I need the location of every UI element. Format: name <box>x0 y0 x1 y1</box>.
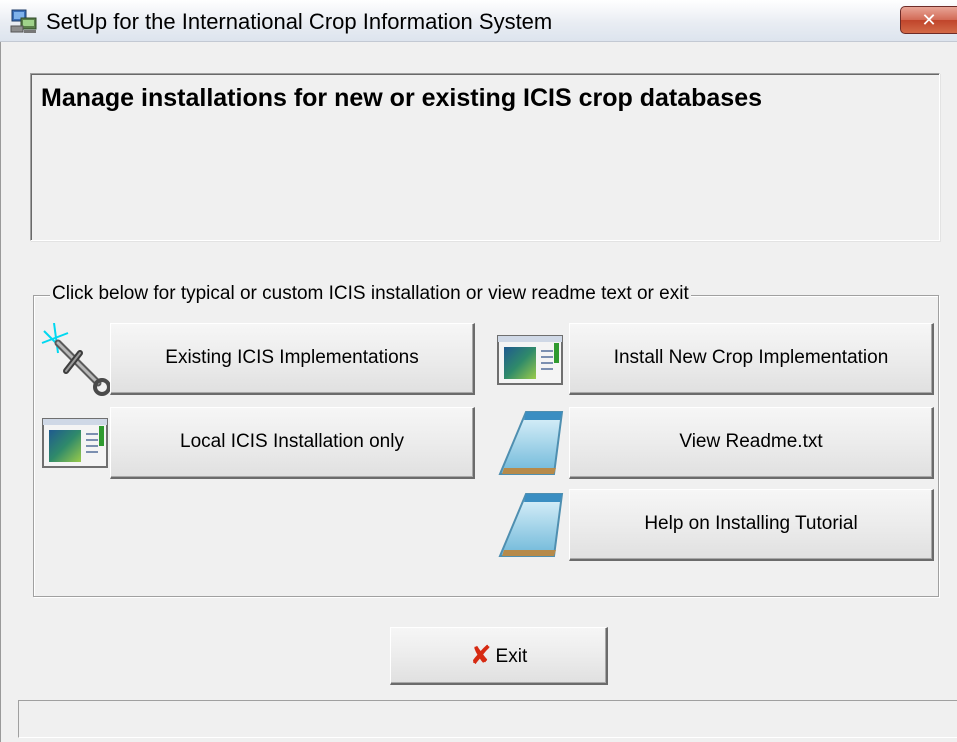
install-new-crop-button[interactable]: Install New Crop Implementation <box>569 323 934 395</box>
group-legend: Click below for typical or custom ICIS i… <box>50 283 691 305</box>
close-button[interactable]: ✕ <box>900 6 957 34</box>
status-bar <box>18 700 957 738</box>
setup-computer-icon <box>10 9 37 33</box>
local-installation-label: Local ICIS Installation only <box>180 431 404 452</box>
window-title: SetUp for the International Crop Informa… <box>46 9 553 34</box>
window-frame-left <box>0 42 8 742</box>
close-icon: ✕ <box>921 10 937 30</box>
setup-window: SetUp for the International Crop Informa… <box>0 0 957 742</box>
header-text: Manage installations for new or existing… <box>41 84 763 112</box>
header-panel: Manage installations for new or existing… <box>30 73 940 241</box>
view-readme-label: View Readme.txt <box>679 431 823 452</box>
notepad-icon <box>498 411 564 475</box>
install-new-crop-label: Install New Crop Implementation <box>613 347 889 368</box>
local-installation-button[interactable]: Local ICIS Installation only <box>110 407 475 479</box>
view-readme-button[interactable]: View Readme.txt <box>569 407 934 479</box>
help-installing-label: Help on Installing Tutorial <box>644 513 858 534</box>
help-installing-button[interactable]: Help on Installing Tutorial <box>569 489 934 561</box>
window-app-icon <box>42 418 108 468</box>
title-bar[interactable]: SetUp for the International Crop Informa… <box>0 0 957 42</box>
tools-wrench-icon <box>41 323 111 396</box>
existing-implementations-label: Existing ICIS Implementations <box>165 347 419 368</box>
existing-implementations-button[interactable]: Existing ICIS Implementations <box>110 323 475 395</box>
notepad-icon <box>498 493 564 557</box>
red-x-icon: ✘ <box>469 640 492 670</box>
exit-button[interactable]: ✘ Exit <box>390 627 608 685</box>
exit-label: Exit <box>495 646 528 667</box>
window-app-icon <box>497 335 563 385</box>
